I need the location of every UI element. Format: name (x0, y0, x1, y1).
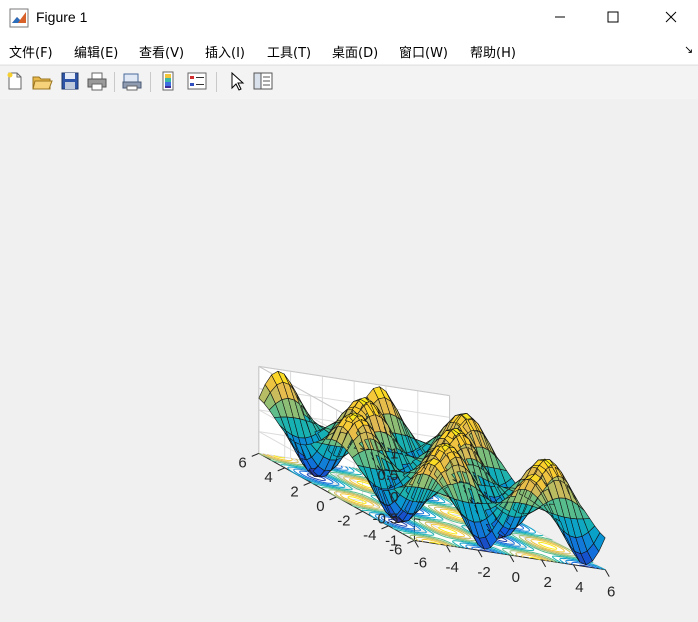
x-tick-label: -2 (477, 564, 490, 581)
open-file-icon[interactable] (31, 70, 53, 92)
y-tick-mark (407, 539, 415, 544)
y-tick-mark (355, 510, 363, 515)
insert-legend-icon[interactable] (186, 70, 208, 92)
print-icon[interactable] (86, 70, 108, 92)
menu-file[interactable]: 文件(F) (9, 42, 53, 61)
insert-colorbar-icon[interactable] (159, 70, 181, 92)
menu-bar: 文件(F) 编辑(E) 查看(V) 插入(I) 工具(T) 桌面(D) 窗口(W… (0, 36, 698, 64)
x-tick-label: 6 (607, 584, 615, 601)
save-icon[interactable] (59, 70, 81, 92)
close-button[interactable] (648, 0, 694, 34)
y-tick-mark (329, 496, 337, 501)
toolbar-separator (150, 72, 151, 92)
x-tick-label: 2 (543, 574, 551, 591)
y-tick-mark (251, 452, 259, 457)
x-tick-mark (477, 549, 483, 558)
z-tick-label: 0.5 (378, 467, 399, 484)
toolbar-separator (114, 72, 115, 92)
maximize-button[interactable] (590, 0, 636, 34)
x-tick-label: 0 (512, 569, 520, 586)
x-tick-mark (541, 559, 547, 568)
y-tick-label: -4 (363, 527, 376, 544)
y-tick-mark (277, 467, 285, 472)
edit-plot-arrow-icon[interactable] (226, 70, 248, 92)
menu-help[interactable]: 帮助(H) (470, 42, 516, 61)
matlab-figure-icon (9, 8, 29, 28)
z-tick-label: 0 (390, 489, 398, 506)
window-title: Figure 1 (36, 9, 88, 25)
minimize-icon (555, 16, 565, 18)
window-titlebar: Figure 1 (0, 0, 698, 36)
y-tick-mark (303, 481, 311, 486)
y-tick-label: -2 (337, 512, 350, 529)
close-icon (665, 11, 677, 23)
menu-window[interactable]: 窗口(W) (399, 42, 448, 61)
menu-insert[interactable]: 插入(I) (205, 42, 245, 61)
print-preview-icon[interactable] (121, 70, 143, 92)
z-tick-label: -0.5 (373, 511, 399, 528)
minimize-button[interactable] (537, 0, 583, 34)
figure-toolbar (0, 65, 698, 100)
x-tick-label: 4 (575, 579, 583, 596)
x-tick-mark (572, 564, 578, 573)
z-tick-label: 1 (390, 445, 398, 462)
toolbar-separator (216, 72, 217, 92)
surface-plot[interactable]: 10.50-0.5-1-6-4-20246-6 -4 -2 0 2 4 6 (0, 99, 698, 622)
x-tick-mark (509, 554, 515, 563)
figure-canvas[interactable]: 1 0.5 0 -0.5 -1 -6 -4 -2 0 2 4 6 -6 -4 -2 0 2 4 6 (0, 99, 698, 622)
menu-tools[interactable]: 工具(T) (267, 42, 311, 61)
x-tick-mark (445, 544, 451, 553)
menu-desktop[interactable]: 桌面(D) (332, 42, 378, 61)
y-tick-label: -6 (389, 541, 402, 558)
property-inspector-icon[interactable] (252, 70, 274, 92)
x-tick-label: -4 (446, 559, 459, 576)
menu-dock-arrow-icon[interactable]: ↘ (684, 43, 693, 56)
y-tick-label: 4 (264, 469, 272, 486)
y-tick-label: 2 (290, 483, 298, 500)
maximize-icon (607, 11, 619, 23)
menu-edit[interactable]: 编辑(E) (74, 42, 118, 61)
x-tick-label: -6 (414, 554, 427, 571)
y-tick-label: 6 (238, 454, 246, 471)
y-tick-label: 0 (316, 498, 324, 515)
x-tick-mark (604, 569, 610, 577)
new-figure-icon[interactable] (4, 70, 26, 92)
menu-view[interactable]: 查看(V) (139, 42, 184, 61)
